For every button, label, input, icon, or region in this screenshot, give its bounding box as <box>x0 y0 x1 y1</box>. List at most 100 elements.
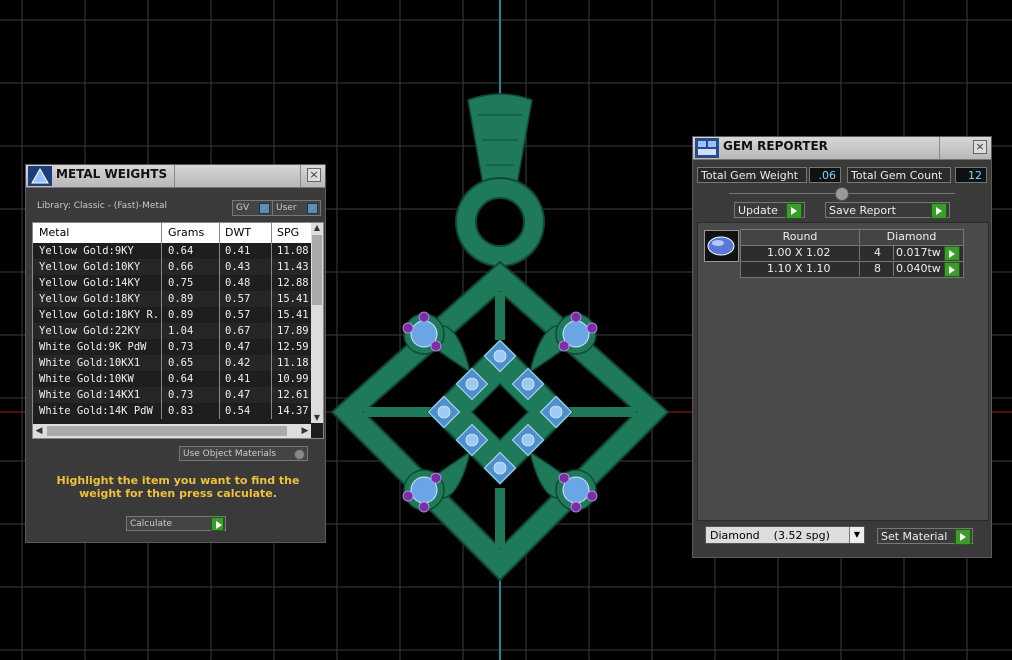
play-arrow-icon <box>211 517 224 531</box>
dwt-cell: 0.43 <box>225 261 251 273</box>
bail <box>467 93 533 191</box>
metal-name-cell: Yellow Gold:22KY <box>39 325 141 337</box>
metal-table-row[interactable]: White Gold:10KX1 0.65 0.42 11.18 <box>33 355 311 371</box>
horizontal-scroll-thumb[interactable] <box>47 426 287 436</box>
dwt-cell: 0.41 <box>225 245 251 257</box>
grams-cell: 0.66 <box>168 261 194 273</box>
user-toggle[interactable]: User <box>272 200 321 216</box>
pendant-model[interactable] <box>330 93 670 582</box>
metal-name-cell: Yellow Gold:14KY <box>39 277 141 289</box>
metal-weights-close-button[interactable]: × <box>307 168 321 182</box>
metal-table[interactable]: Metal Grams DWT SPG Yellow Gold:9KY 0.64 0… <box>32 222 324 439</box>
dwt-cell: 0.41 <box>225 373 251 385</box>
total-gem-count-value: 12 <box>955 167 987 183</box>
gem-reporter-close-button[interactable]: × <box>973 140 987 154</box>
scroll-left-arrow-icon[interactable]: ◀ <box>33 424 45 438</box>
gem-shape-header: Round <box>782 230 818 243</box>
gem-list-header: Round Diamond <box>740 229 964 246</box>
column-header-spg[interactable]: SPG <box>277 223 311 243</box>
play-arrow-icon <box>931 203 947 219</box>
metal-name-cell: White Gold:10KW <box>39 373 134 385</box>
total-gem-weight-value: .06 <box>809 167 841 183</box>
metal-table-row[interactable]: Yellow Gold:14KY 0.75 0.48 12.88 <box>33 275 311 291</box>
dwt-cell: 0.42 <box>225 357 251 369</box>
save-report-button[interactable]: Save Report <box>825 202 950 219</box>
metal-table-row[interactable]: Yellow Gold:18KY R... 0.89 0.57 15.41 <box>33 307 311 323</box>
radio-icon <box>294 449 305 460</box>
round-gem-icon <box>704 230 739 262</box>
dwt-cell: 0.47 <box>225 341 251 353</box>
grams-cell: 0.89 <box>168 293 194 305</box>
spg-cell: 14.37 <box>277 405 309 417</box>
metal-table-vertical-scrollbar[interactable]: ▲ ▼ <box>311 223 323 423</box>
collapse-toggle-icon[interactable] <box>835 187 849 201</box>
update-button[interactable]: Update <box>734 202 805 219</box>
metal-table-row[interactable]: White Gold:9K PdW 0.73 0.47 12.59 <box>33 339 311 355</box>
dwt-cell: 0.48 <box>225 277 251 289</box>
scroll-down-arrow-icon[interactable]: ▼ <box>311 413 323 423</box>
library-label: Library: Classic - (Fast)-Metal <box>37 201 168 211</box>
spg-cell: 11.08 <box>277 245 309 257</box>
gem-count: 8 <box>874 262 881 275</box>
gem-weight: 0.040tw <box>896 262 941 275</box>
gem-weight: 0.017tw <box>896 246 941 259</box>
play-arrow-icon[interactable] <box>944 262 960 277</box>
metal-table-row[interactable]: White Gold:14KX1 0.73 0.47 12.61 <box>33 387 311 403</box>
metal-table-row[interactable]: White Gold:14K PdW 0.83 0.54 14.37 <box>33 403 311 419</box>
gem-row[interactable]: 1.10 X 1.10 8 0.040tw <box>740 261 964 278</box>
grams-cell: 0.64 <box>168 373 194 385</box>
dwt-cell: 0.47 <box>225 389 251 401</box>
metal-table-row[interactable]: Yellow Gold:18KY 0.89 0.57 15.41 <box>33 291 311 307</box>
metal-weights-title: METAL WEIGHTS <box>56 167 168 181</box>
metal-weights-titlebar[interactable]: METAL WEIGHTS × <box>26 165 325 188</box>
play-arrow-icon[interactable] <box>944 246 960 261</box>
metal-name-cell: Yellow Gold:10KY <box>39 261 141 273</box>
metal-table-row[interactable]: Yellow Gold:10KY 0.66 0.43 11.43 <box>33 259 311 275</box>
spg-cell: 15.41 <box>277 309 309 321</box>
metal-table-header: Metal Grams DWT SPG <box>33 223 311 243</box>
metal-name-cell: White Gold:14K PdW <box>39 405 153 417</box>
spg-cell: 17.89 <box>277 325 309 337</box>
metal-table-row[interactable]: Yellow Gold:9KY 0.64 0.41 11.08 <box>33 243 311 259</box>
spg-cell: 11.18 <box>277 357 309 369</box>
grams-cell: 0.65 <box>168 357 194 369</box>
column-header-metal[interactable]: Metal <box>39 223 157 243</box>
metal-table-row[interactable]: Yellow Gold:22KY 1.04 0.67 17.89 <box>33 323 311 339</box>
dwt-cell: 0.54 <box>225 405 251 417</box>
metal-table-horizontal-scrollbar[interactable]: ◀ ▶ <box>33 424 311 438</box>
play-arrow-icon <box>955 529 971 545</box>
metal-name-cell: Yellow Gold:9KY <box>39 245 134 257</box>
grams-cell: 0.73 <box>168 389 194 401</box>
scroll-right-arrow-icon[interactable]: ▶ <box>299 424 311 438</box>
metal-table-row[interactable]: White Gold:10KW 0.64 0.41 10.99 <box>33 371 311 387</box>
metal-name-cell: White Gold:10KX1 <box>39 357 141 369</box>
gem-list[interactable]: Round Diamond 1.00 X 1.02 4 0.017tw 1.10… <box>697 222 989 521</box>
gv-toggle[interactable]: GV <box>232 200 273 216</box>
metal-name-cell: White Gold:14KX1 <box>39 389 141 401</box>
gem-reporter-titlebar[interactable]: GEM REPORTER × <box>693 137 991 160</box>
grams-cell: 1.04 <box>168 325 194 337</box>
vertical-scroll-thumb[interactable] <box>312 235 322 305</box>
column-header-dwt[interactable]: DWT <box>225 223 265 243</box>
calculate-button[interactable]: Calculate <box>126 516 226 531</box>
metal-name-cell: White Gold:9K PdW <box>39 341 147 353</box>
gem-reporter-panel: GEM REPORTER × Total Gem Weight .06 Tota… <box>692 136 992 558</box>
play-arrow-icon <box>786 203 802 219</box>
spg-cell: 12.59 <box>277 341 309 353</box>
column-header-grams[interactable]: Grams <box>168 223 208 243</box>
gem-row[interactable]: 1.00 X 1.02 4 0.017tw <box>740 245 964 262</box>
dwt-cell: 0.67 <box>225 325 251 337</box>
metal-weights-panel: METAL WEIGHTS × Library: Classic - (Fast… <box>25 164 326 543</box>
gem-material-header: Diamond <box>886 230 937 243</box>
set-material-button[interactable]: Set Material <box>877 528 973 545</box>
spg-cell: 11.43 <box>277 261 309 273</box>
grams-cell: 0.89 <box>168 309 194 321</box>
spg-cell: 12.88 <box>277 277 309 289</box>
use-object-materials-toggle[interactable]: Use Object Materials <box>179 446 308 461</box>
scroll-up-arrow-icon[interactable]: ▲ <box>311 223 323 233</box>
gem-reporter-title: GEM REPORTER <box>723 139 828 153</box>
spg-cell: 15.41 <box>277 293 309 305</box>
material-select[interactable]: Diamond (3.52 spg) ▼ <box>705 526 865 544</box>
dwt-cell: 0.57 <box>225 309 251 321</box>
grams-cell: 0.64 <box>168 245 194 257</box>
